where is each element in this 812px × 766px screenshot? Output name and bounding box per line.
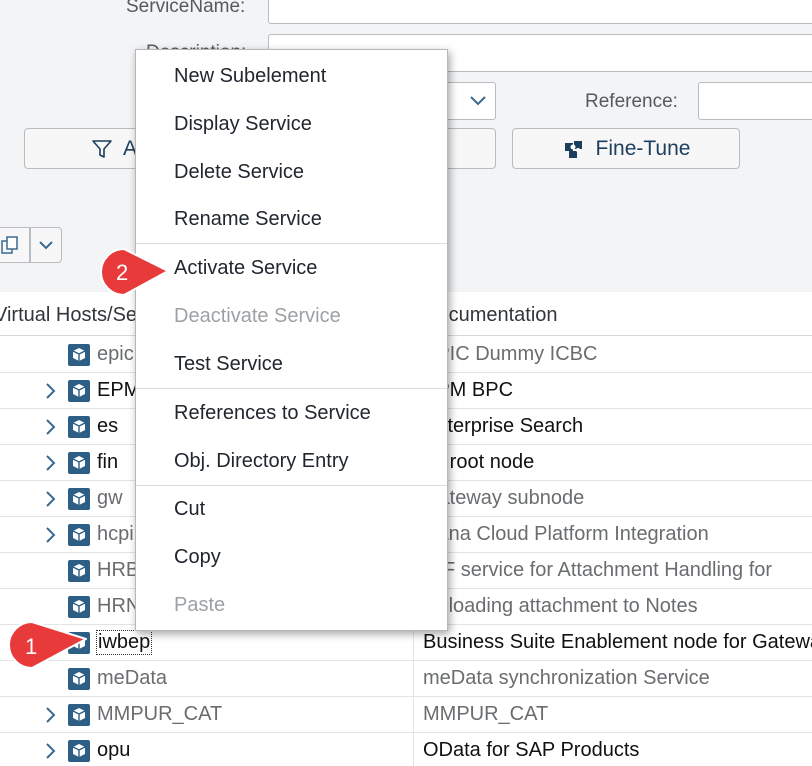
service-name[interactable]: fin [97, 451, 118, 474]
menu-item-cut[interactable]: Cut [174, 498, 205, 521]
chevron-right-icon[interactable] [42, 454, 58, 472]
menu-separator [136, 388, 447, 389]
table-row[interactable]: MMPUR_CAT MMPUR_CAT [0, 697, 812, 733]
service-documentation: Hana Cloud Platform Integration [423, 523, 709, 545]
menu-item-references-to-service[interactable]: References to Service [174, 402, 371, 425]
menu-item-obj-directory-entry[interactable]: Obj. Directory Entry [174, 450, 348, 473]
service-node-icon [68, 344, 90, 366]
menu-item-test-service[interactable]: Test Service [174, 353, 283, 376]
fine-tune-button[interactable]: Fine-Tune [512, 128, 740, 169]
service-documentation: Uploading attachment to Notes [423, 595, 698, 617]
chevron-right-icon[interactable] [42, 742, 58, 760]
service-node-icon [68, 452, 90, 474]
menu-item-delete-service[interactable]: Delete Service [174, 161, 304, 184]
chevron-down-icon [39, 241, 53, 250]
service-documentation: Business Suite Enablement node for Gatew… [423, 631, 812, 653]
callout-marker-icon [100, 248, 169, 296]
service-name[interactable]: hcpi [97, 523, 134, 546]
service-name[interactable]: iwbep [95, 630, 153, 655]
service-name-label: ServiceName: [126, 0, 246, 17]
column-divider [413, 661, 414, 697]
chevron-right-icon[interactable] [42, 490, 58, 508]
reference-label: Reference: [585, 91, 678, 112]
service-name[interactable]: opu [97, 739, 130, 762]
service-name[interactable]: HRN [97, 595, 140, 618]
copy-toolbar-button[interactable] [0, 227, 30, 263]
service-name-field[interactable] [268, 0, 812, 24]
service-name[interactable]: epic [97, 343, 134, 366]
menu-separator [136, 243, 447, 244]
column-divider [413, 733, 414, 766]
service-name[interactable]: meData [97, 667, 167, 690]
menu-item-rename-service[interactable]: Rename Service [174, 208, 322, 231]
chevron-right-icon[interactable] [42, 526, 58, 544]
menu-item-deactivate-service: Deactivate Service [174, 305, 341, 327]
chevron-down-icon [470, 96, 486, 106]
service-node-icon [68, 704, 90, 726]
toolbar-dropdown-button[interactable] [30, 227, 62, 263]
filter-icon [92, 139, 112, 158]
table-row[interactable]: opu OData for SAP Products [0, 733, 812, 766]
table-row[interactable]: meData meData synchronization Service [0, 661, 812, 697]
service-node-icon [68, 524, 90, 546]
service-name[interactable]: es [97, 415, 118, 438]
service-documentation: EPIC Dummy ICBC [423, 343, 598, 365]
context-menu: New Subelement Display Service Delete Se… [135, 49, 448, 631]
reference-field[interactable] [698, 82, 812, 120]
menu-separator [136, 485, 447, 486]
chevron-right-icon[interactable] [42, 418, 58, 436]
service-documentation: MMPUR_CAT [423, 703, 549, 725]
service-name[interactable]: MMPUR_CAT [97, 703, 222, 726]
chevron-right-icon[interactable] [42, 382, 58, 400]
menu-item-new-subelement[interactable]: New Subelement [174, 65, 326, 88]
service-node-icon [68, 380, 90, 402]
fine-tune-button-label: Fine-Tune [595, 136, 691, 160]
service-documentation: ICF service for Attachment Handling for [423, 559, 773, 581]
callout-number: 1 [25, 634, 38, 659]
menu-item-paste: Paste [174, 594, 226, 616]
callout-marker-icon [8, 621, 87, 669]
service-node-icon [68, 740, 90, 762]
service-node-icon [68, 488, 90, 510]
service-name[interactable]: gw [97, 487, 123, 510]
copy-icon [1, 236, 18, 254]
menu-item-display-service[interactable]: Display Service [174, 113, 312, 136]
menu-item-activate-service[interactable]: Activate Service [174, 257, 317, 280]
column-divider [413, 697, 414, 733]
service-name[interactable]: EPM [97, 379, 140, 402]
service-documentation: OData for SAP Products [423, 739, 640, 761]
step-callout-1: 1 [4, 617, 90, 675]
service-documentation: meData synchronization Service [423, 667, 710, 689]
service-node-icon [68, 560, 90, 582]
chevron-right-icon[interactable] [42, 706, 58, 724]
menu-item-copy[interactable]: Copy [174, 546, 221, 569]
callout-number: 2 [116, 260, 129, 285]
service-node-icon [68, 596, 90, 618]
service-node-icon [68, 416, 90, 438]
step-callout-2: 2 [92, 244, 172, 302]
fine-tune-icon [564, 140, 582, 158]
